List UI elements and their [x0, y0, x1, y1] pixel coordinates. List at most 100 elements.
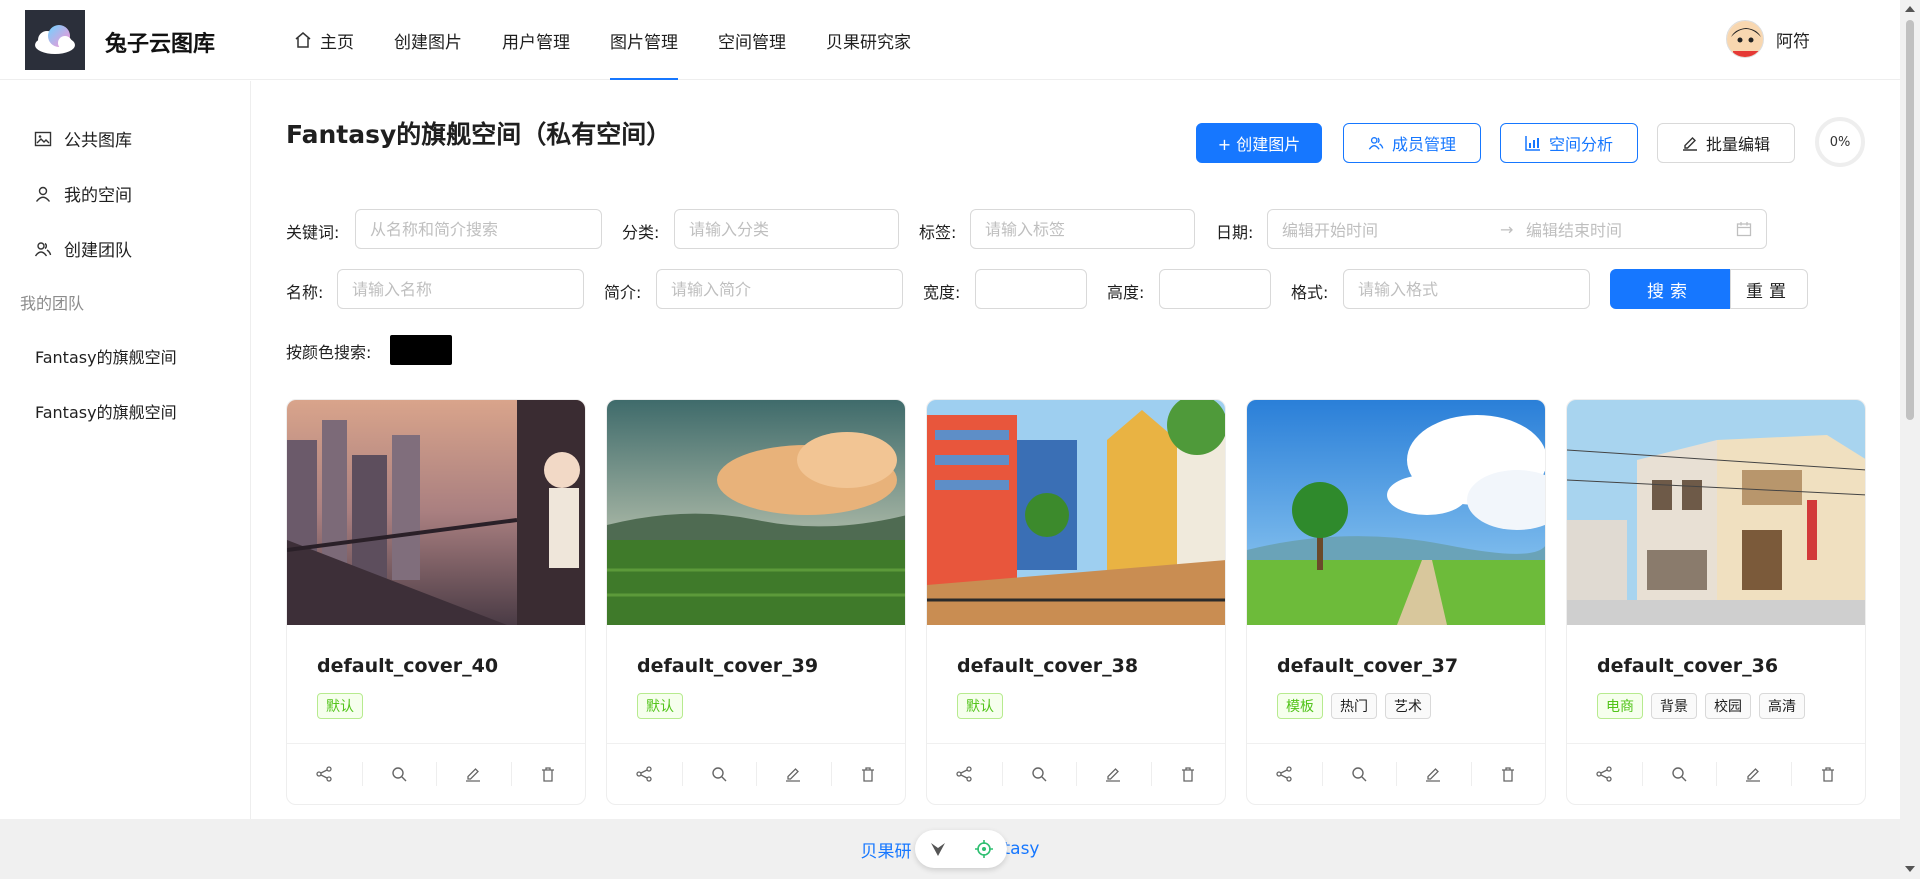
- width-input[interactable]: [975, 269, 1087, 309]
- search-similar-button[interactable]: [1641, 744, 1717, 804]
- picture-card[interactable]: default_cover_36 电商 背景 校园 高清: [1566, 399, 1866, 805]
- height-label: 高度:: [1107, 283, 1145, 302]
- tags-input[interactable]: [970, 209, 1195, 249]
- tag: 默认: [637, 693, 683, 719]
- app-logo[interactable]: [25, 10, 85, 70]
- height-input[interactable]: [1159, 269, 1271, 309]
- create-picture-button[interactable]: + 创建图片: [1196, 123, 1322, 163]
- batch-edit-button[interactable]: 批量编辑: [1657, 123, 1795, 163]
- share-button[interactable]: [607, 744, 682, 804]
- date-range-picker[interactable]: 编辑开始时间 → 编辑结束时间: [1267, 209, 1767, 249]
- edit-button[interactable]: [1076, 744, 1151, 804]
- search-similar-button[interactable]: [681, 744, 757, 804]
- intro-input[interactable]: [656, 269, 903, 309]
- nav-picture-manage[interactable]: 图片管理: [610, 0, 678, 80]
- card-actions: [607, 743, 905, 804]
- team-icon: [34, 241, 52, 256]
- sidebar-team-item[interactable]: Fantasy的旗舰空间: [35, 399, 177, 423]
- search-button[interactable]: 搜索: [1610, 269, 1730, 309]
- tag: 背景: [1651, 693, 1697, 719]
- home-icon: [295, 32, 311, 48]
- reset-button[interactable]: 重置: [1730, 269, 1808, 309]
- scroll-down-icon[interactable]: [1905, 866, 1915, 872]
- card-image[interactable]: [1567, 400, 1865, 625]
- card-image[interactable]: [1247, 400, 1545, 625]
- date-end-input[interactable]: 编辑结束时间: [1526, 217, 1736, 241]
- search-similar-button[interactable]: [361, 744, 437, 804]
- category-input[interactable]: [674, 209, 899, 249]
- share-button[interactable]: [927, 744, 1002, 804]
- locate-icon[interactable]: [975, 840, 993, 858]
- intro-label: 简介:: [604, 283, 642, 302]
- delete-icon: [541, 767, 554, 782]
- delete-button[interactable]: [830, 744, 906, 804]
- search-icon: [1032, 767, 1047, 782]
- delete-icon: [861, 767, 874, 782]
- search-similar-button[interactable]: [1321, 744, 1397, 804]
- top-header: 兔子云图库 主页 创建图片 用户管理 图片管理 空间管理 贝果研究家 阿符: [0, 0, 1900, 80]
- page-scrollbar[interactable]: [1900, 0, 1920, 879]
- color-picker[interactable]: [390, 335, 452, 365]
- tag: 热门: [1331, 693, 1377, 719]
- date-start-input[interactable]: 编辑开始时间: [1282, 217, 1500, 241]
- share-button[interactable]: [287, 744, 362, 804]
- picture-card[interactable]: default_cover_40 默认: [286, 399, 586, 805]
- edit-icon: [1682, 137, 1697, 151]
- delete-button[interactable]: [1790, 744, 1866, 804]
- user-menu[interactable]: 阿符: [1726, 20, 1810, 58]
- search-similar-button[interactable]: [1001, 744, 1077, 804]
- sidebar-item-label: 我的空间: [64, 186, 132, 206]
- picture-card[interactable]: default_cover_39 默认: [606, 399, 906, 805]
- space-analysis-label: 空间分析: [1548, 135, 1613, 154]
- card-title: default_cover_40: [317, 655, 499, 677]
- nav-researcher[interactable]: 贝果研究家: [826, 0, 911, 80]
- scroll-thumb[interactable]: [1906, 20, 1914, 420]
- delete-button[interactable]: [1150, 744, 1226, 804]
- nav-user-manage[interactable]: 用户管理: [502, 0, 570, 80]
- bar-chart-icon: [1525, 136, 1540, 151]
- share-button[interactable]: [1567, 744, 1642, 804]
- picture-card[interactable]: default_cover_38 默认: [926, 399, 1226, 805]
- collapse-icon[interactable]: [929, 840, 947, 858]
- share-icon: [316, 766, 332, 782]
- color-search-label: 按颜色搜索:: [286, 343, 372, 362]
- nav-space-manage[interactable]: 空间管理: [718, 0, 786, 80]
- batch-edit-label: 批量编辑: [1705, 135, 1770, 154]
- card-title: default_cover_39: [637, 655, 819, 677]
- nav-create-picture[interactable]: 创建图片: [394, 0, 462, 80]
- name-input[interactable]: [337, 269, 584, 309]
- edit-button[interactable]: [436, 744, 511, 804]
- footer-link-right[interactable]: tasy: [1003, 839, 1039, 859]
- edit-button[interactable]: [756, 744, 831, 804]
- share-button[interactable]: [1247, 744, 1322, 804]
- share-icon: [636, 766, 652, 782]
- footer-link-left[interactable]: 贝果研: [860, 837, 911, 862]
- sidebar-item-my-space[interactable]: 我的空间: [34, 181, 132, 206]
- sidebar-item-public-gallery[interactable]: 公共图库: [34, 126, 132, 151]
- sidebar-team-item[interactable]: Fantasy的旗舰空间: [35, 344, 177, 368]
- sidebar-item-create-team[interactable]: 创建团队: [34, 236, 132, 261]
- avatar[interactable]: [1726, 20, 1764, 58]
- card-image[interactable]: [607, 400, 905, 625]
- keyword-input[interactable]: [355, 209, 602, 249]
- keyword-label: 关键词:: [286, 223, 340, 242]
- delete-button[interactable]: [510, 744, 586, 804]
- tag: 默认: [957, 693, 1003, 719]
- format-input[interactable]: [1343, 269, 1590, 309]
- space-analysis-button[interactable]: 空间分析: [1500, 123, 1638, 163]
- delete-button[interactable]: [1470, 744, 1546, 804]
- delete-icon: [1821, 767, 1834, 782]
- nav-home[interactable]: 主页: [294, 0, 354, 80]
- picture-card[interactable]: default_cover_37 模板 热门 艺术: [1246, 399, 1546, 805]
- brand-title: 兔子云图库: [105, 32, 216, 57]
- member-manage-button[interactable]: 成员管理: [1343, 123, 1481, 163]
- edit-button[interactable]: [1396, 744, 1471, 804]
- scroll-up-icon[interactable]: [1905, 6, 1915, 12]
- share-icon: [1596, 766, 1612, 782]
- user-name: 阿符: [1776, 31, 1810, 52]
- card-image[interactable]: [287, 400, 585, 625]
- arrow-right-icon: →: [1500, 219, 1514, 239]
- edit-button[interactable]: [1716, 744, 1791, 804]
- card-image[interactable]: [927, 400, 1225, 625]
- share-icon: [956, 766, 972, 782]
